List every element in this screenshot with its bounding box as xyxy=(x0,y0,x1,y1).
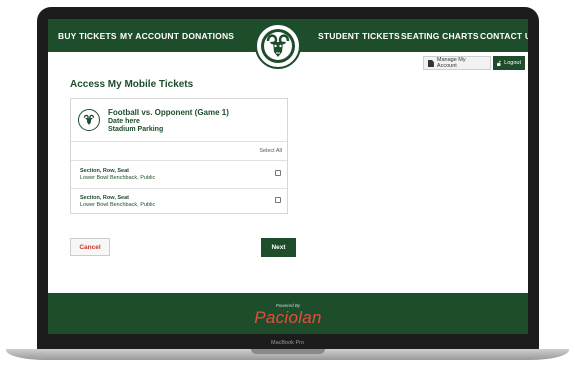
ticket-row-detail: Lower Bowl Benchback, Public xyxy=(80,175,156,181)
card-divider xyxy=(71,188,287,189)
ticket-row-detail: Lower Bowl Benchback, Public xyxy=(80,202,156,208)
event-logo xyxy=(78,109,100,131)
event-date: Date here xyxy=(108,118,140,125)
card-divider xyxy=(71,141,287,142)
manage-account-button[interactable]: Manage My Account xyxy=(423,56,491,70)
event-venue: Stadium Parking xyxy=(108,126,164,133)
nav-student-tickets[interactable]: STUDENT TICKETS xyxy=(318,31,400,41)
nav-seating-charts[interactable]: SEATING CHARTS xyxy=(401,31,479,41)
nav-buy-tickets[interactable]: BUY TICKETS xyxy=(58,31,117,41)
logout-button[interactable]: Logout xyxy=(493,56,525,70)
ticket-row-title: Section, Row, Seat xyxy=(80,195,130,201)
event-name: Football vs. Opponent (Game 1) xyxy=(108,108,229,117)
ticket-checkbox[interactable] xyxy=(275,170,281,176)
lock-open-icon xyxy=(497,60,502,66)
select-all-link[interactable]: Select All xyxy=(259,148,282,154)
paciolan-logo[interactable]: Paciolan xyxy=(48,308,528,328)
card-divider xyxy=(71,160,287,161)
logout-label: Logout xyxy=(504,60,521,66)
nav-donations[interactable]: DONATIONS xyxy=(182,31,234,41)
document-icon xyxy=(428,59,434,67)
ram-logo-icon xyxy=(83,114,95,125)
ticket-card: Football vs. Opponent (Game 1) Date here… xyxy=(70,98,288,214)
next-button[interactable]: Next xyxy=(261,238,296,257)
laptop-notch xyxy=(251,349,325,354)
ticket-row-title: Section, Row, Seat xyxy=(80,168,130,174)
nav-contact-us[interactable]: CONTACT US xyxy=(480,31,528,41)
page-title: Access My Mobile Tickets xyxy=(70,79,194,90)
team-logo[interactable] xyxy=(255,23,301,69)
ram-logo-icon xyxy=(261,29,295,63)
ticket-checkbox[interactable] xyxy=(275,197,281,203)
cancel-button[interactable]: Cancel xyxy=(70,238,110,256)
site-footer: Powered By Paciolan xyxy=(48,293,528,334)
laptop-model-label: MacBook Pro xyxy=(270,340,304,346)
laptop-screen: BUY TICKETS MY ACCOUNT DONATIONS STUDENT… xyxy=(48,19,528,334)
manage-account-label: Manage My Account xyxy=(436,57,466,69)
nav-my-account[interactable]: MY ACCOUNT xyxy=(120,31,179,41)
